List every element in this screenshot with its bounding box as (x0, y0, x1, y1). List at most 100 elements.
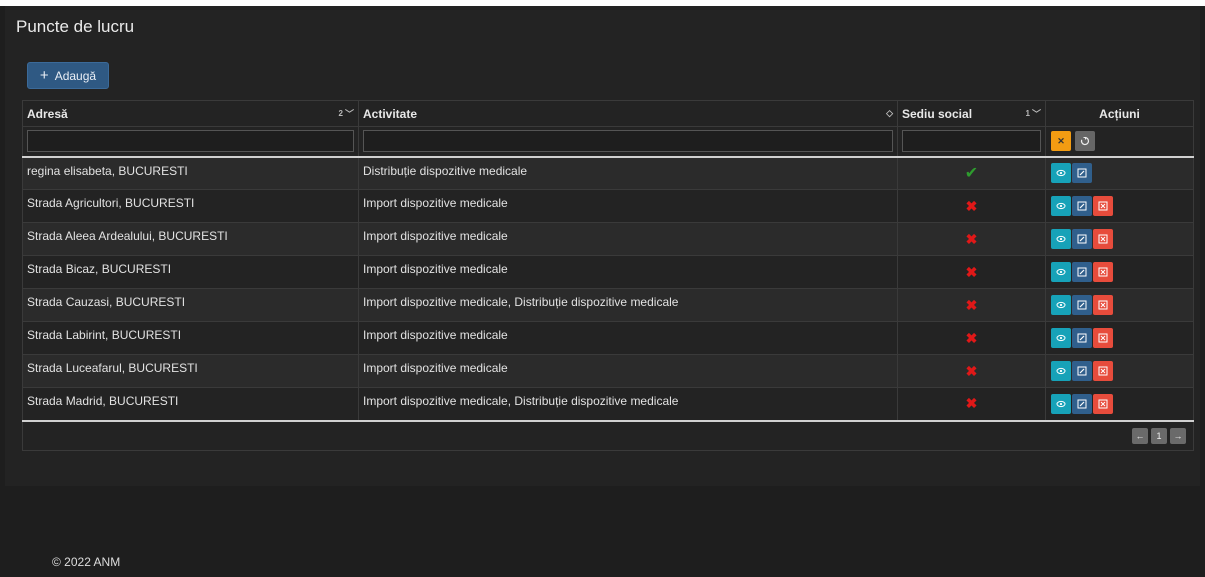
edit-button[interactable] (1072, 262, 1092, 282)
column-label: Adresă (27, 106, 68, 121)
plus-icon: + (39, 67, 49, 84)
address-cell: Strada Luceafarul, BUCURESTI (22, 354, 359, 388)
eye-icon (1056, 235, 1066, 243)
seat-cell: ✖ (897, 255, 1046, 289)
table-row: Strada Bicaz, BUCURESTI Import dispozitiv… (22, 255, 1194, 289)
edit-button[interactable] (1072, 163, 1092, 184)
actions-cell (1045, 321, 1194, 355)
seat-cell: ✖ (897, 321, 1046, 355)
edit-icon (1077, 300, 1087, 310)
seat-cell: ✖ (897, 354, 1046, 388)
copyright: © 2022 ANM (52, 555, 121, 569)
clear-filters-button[interactable]: ✕ (1051, 131, 1071, 152)
cross-icon: ✖ (965, 197, 978, 214)
address-cell: Strada Aleea Ardealului, BUCURESTI (22, 222, 359, 256)
cross-icon: ✖ (965, 263, 978, 280)
edit-icon (1077, 168, 1087, 178)
cross-icon: ✖ (965, 230, 978, 247)
column-header-seat[interactable]: Sediu social 1 ﹀ (897, 100, 1046, 127)
eye-icon (1056, 170, 1066, 177)
next-page-button[interactable]: → (1170, 427, 1186, 444)
activity-cell: Import dispozitive medicale (358, 354, 898, 388)
edit-icon (1077, 201, 1087, 211)
edit-button[interactable] (1072, 295, 1092, 315)
eye-icon (1056, 301, 1066, 309)
activity-cell: Distribuție dispozitive medicale (358, 156, 898, 190)
reset-filters-button[interactable] (1075, 131, 1096, 152)
edit-button[interactable] (1072, 196, 1092, 216)
actions-cell (1045, 189, 1194, 223)
delete-icon (1098, 399, 1108, 409)
activity-cell: Import dispozitive medicale, Distribuție… (358, 288, 898, 322)
delete-icon (1098, 366, 1108, 376)
refresh-icon (1081, 137, 1090, 146)
delete-button[interactable] (1093, 361, 1113, 381)
address-cell: Strada Labirint, BUCURESTI (22, 321, 359, 355)
check-icon: ✔ (964, 165, 979, 183)
column-header-actions: Acțiuni (1045, 100, 1194, 127)
actions-cell (1045, 354, 1194, 388)
workpoints-table: Adresă 2 ﹀ Activitate ◇ Sediu social 1 ﹀ A… (22, 100, 1194, 451)
edit-button[interactable] (1072, 361, 1092, 381)
view-button[interactable] (1051, 295, 1071, 315)
column-header-activity[interactable]: Activitate ◇ (358, 100, 898, 127)
sort-indicator: 2 ﹀ (339, 107, 354, 120)
eye-icon (1056, 268, 1066, 276)
edit-button[interactable] (1072, 328, 1092, 348)
chevron-down-icon: ﹀ (1031, 109, 1041, 119)
delete-button[interactable] (1093, 229, 1113, 249)
view-button[interactable] (1051, 393, 1071, 414)
prev-page-button[interactable]: ← (1132, 427, 1148, 444)
add-button-label: Adaugă (54, 68, 97, 83)
page-title: Puncte de lucru (16, 17, 135, 36)
activity-cell: Import dispozitive medicale (358, 321, 898, 355)
address-filter-input[interactable] (27, 130, 354, 153)
delete-button[interactable] (1093, 328, 1113, 348)
activity-filter-input[interactable] (363, 130, 893, 153)
sort-order: 2 (338, 109, 343, 118)
delete-button[interactable] (1093, 393, 1113, 414)
edit-button[interactable] (1072, 393, 1092, 414)
view-button[interactable] (1051, 262, 1071, 282)
add-button[interactable]: + Adaugă (27, 62, 109, 89)
filter-cell (897, 126, 1046, 158)
seat-cell: ✖ (897, 189, 1046, 223)
sort-order: 1 (1025, 109, 1030, 118)
filter-cell (22, 126, 359, 158)
view-button[interactable] (1051, 163, 1071, 184)
seat-filter-input[interactable] (902, 130, 1041, 153)
view-button[interactable] (1051, 328, 1071, 348)
view-button[interactable] (1051, 196, 1071, 216)
delete-icon (1098, 234, 1108, 244)
view-button[interactable] (1051, 229, 1071, 249)
cross-icon: ✖ (965, 395, 978, 412)
table-row: Strada Agricultori, BUCURESTI Import disp… (22, 189, 1194, 223)
eye-icon (1056, 367, 1066, 375)
edit-icon (1077, 267, 1087, 277)
page-1-button[interactable]: 1 (1151, 427, 1167, 444)
address-cell: regina elisabeta, BUCURESTI (22, 156, 359, 190)
delete-button[interactable] (1093, 262, 1113, 282)
eye-icon (1056, 400, 1066, 407)
actions-cell (1045, 222, 1194, 256)
table-row: Strada Labirint, BUCURESTI Import dispozi… (22, 321, 1194, 355)
actions-cell (1045, 156, 1194, 190)
column-label: Acțiuni (1099, 106, 1140, 121)
edit-icon (1077, 399, 1087, 409)
chevron-down-icon: ﹀ (344, 109, 354, 119)
delete-button[interactable] (1093, 295, 1113, 315)
table-row: Strada Cauzasi, BUCURESTI Import dispozit… (22, 288, 1194, 322)
activity-cell: Import dispozitive medicale, Distribuție… (358, 387, 898, 422)
edit-button[interactable] (1072, 229, 1092, 249)
cross-icon: ✖ (965, 329, 978, 346)
column-label: Activitate (363, 106, 418, 121)
table-row: Strada Luceafarul, BUCURESTI Import dispo… (22, 354, 1194, 388)
column-header-address[interactable]: Adresă 2 ﹀ (22, 100, 359, 127)
view-button[interactable] (1051, 361, 1071, 381)
eye-icon (1056, 202, 1066, 210)
cross-icon: ✖ (965, 362, 978, 379)
delete-button[interactable] (1093, 196, 1113, 216)
pagination-bar: ← 1 → (22, 420, 1194, 451)
activity-cell: Import dispozitive medicale (358, 189, 898, 223)
column-label: Sediu social (902, 106, 973, 121)
